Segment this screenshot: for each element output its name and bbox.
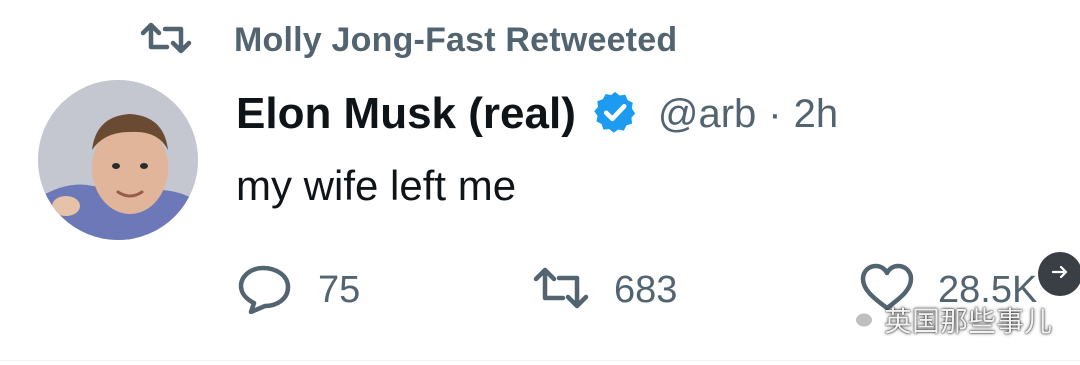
reply-button[interactable]: 75	[236, 262, 360, 318]
retweet-count: 683	[614, 268, 678, 311]
tweet-text: my wife left me	[236, 162, 517, 209]
watermark: 英国那些事儿	[842, 300, 1052, 340]
arrow-right-icon	[1050, 262, 1070, 287]
retweet-icon	[532, 262, 590, 319]
display-name[interactable]: Elon Musk (real)	[236, 89, 576, 139]
wechat-icon	[842, 302, 884, 339]
verified-badge-icon	[576, 89, 658, 140]
reply-count: 75	[318, 268, 361, 311]
reply-icon	[236, 262, 294, 319]
retweet-banner: Molly Jong-Fast Retweeted	[140, 18, 677, 62]
retweet-button[interactable]: 683	[532, 262, 677, 318]
separator-dot: ·	[768, 91, 782, 136]
watermark-text: 英国那些事儿	[884, 306, 1053, 337]
tweet-timestamp[interactable]: 2h	[794, 92, 839, 137]
tweet-header: Elon Musk (real) @arb · 2h	[236, 86, 838, 142]
avatar[interactable]	[38, 80, 198, 240]
next-button[interactable]	[1038, 252, 1080, 296]
retweet-icon	[140, 20, 234, 61]
retweet-banner-text[interactable]: Molly Jong-Fast Retweeted	[234, 21, 677, 60]
user-handle[interactable]: @arb	[658, 92, 756, 137]
divider	[0, 360, 1080, 361]
